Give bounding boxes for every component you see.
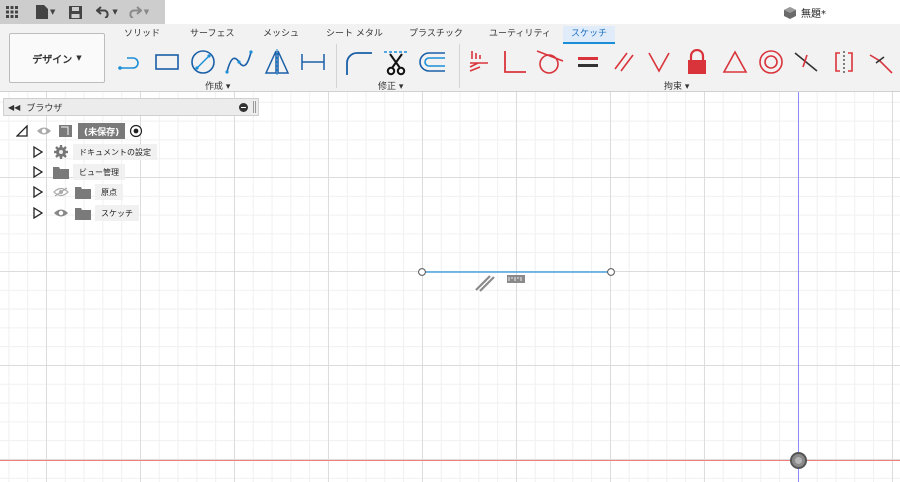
eye-hidden-icon[interactable]: [53, 187, 69, 197]
sketch-line-end-point[interactable]: [607, 268, 615, 276]
group-label-constraints[interactable]: 拘束 ▾: [664, 79, 689, 92]
minimize-panel-icon[interactable]: [239, 102, 248, 112]
origin-point-icon[interactable]: [790, 452, 807, 469]
expand-triangle-icon[interactable]: [16, 125, 28, 137]
rectangle-icon[interactable]: [152, 48, 182, 76]
sketch-line-group: [418, 268, 615, 292]
expand-triangle-icon[interactable]: [33, 166, 43, 178]
chevron-down-icon: ▼: [76, 54, 82, 62]
mirror-icon[interactable]: [262, 48, 292, 76]
fix-lock-icon[interactable]: [682, 48, 712, 76]
horizontal-glyph-icon[interactable]: [507, 275, 525, 283]
ribbon: デザイン ▼ ソリッド サーフェス メッシュ シート メタル プラスチック ユー…: [0, 24, 900, 92]
undo-button[interactable]: ▼: [96, 2, 118, 22]
redo-button[interactable]: ▼: [128, 2, 149, 22]
browser-item-origin[interactable]: 原点: [33, 183, 123, 201]
cube-icon: [784, 6, 796, 19]
tab-surface[interactable]: サーフェス: [182, 26, 242, 42]
tab-mesh[interactable]: メッシュ: [255, 26, 307, 42]
tangent-constraint-icon[interactable]: [535, 48, 565, 76]
browser-item-label: 原点: [95, 184, 123, 200]
apps-grid-icon[interactable]: [6, 2, 18, 22]
spline-icon[interactable]: [224, 48, 254, 76]
offset-icon[interactable]: [417, 48, 447, 76]
group-label-create[interactable]: 作成 ▾: [205, 79, 230, 92]
trim-scissors-icon[interactable]: [381, 48, 411, 76]
tab-sketch[interactable]: スケッチ: [563, 26, 616, 44]
equal-constraint-icon[interactable]: [573, 48, 603, 76]
panel-grip-icon[interactable]: [253, 101, 256, 113]
document-title: 無題*: [801, 9, 826, 20]
y-axis-line: [798, 92, 799, 482]
tab-utility[interactable]: ユーティリティ: [481, 26, 559, 42]
perpendicular-constraint-icon[interactable]: [500, 48, 530, 76]
browser-item-label: スケッチ: [95, 205, 139, 221]
tab-solid[interactable]: ソリッド: [116, 26, 168, 42]
browser-panel-header: ◀◀ ブラウザ: [3, 98, 259, 116]
folder-icon: [75, 186, 91, 199]
browser-item-label: ビュー管理: [73, 164, 125, 180]
circle-icon[interactable]: [188, 48, 218, 76]
group-label-modify[interactable]: 修正 ▾: [378, 79, 403, 92]
component-icon: [59, 125, 72, 137]
quick-access-toolbar: ▼ ▼ ▼: [0, 0, 165, 24]
sketch-dimension-icon[interactable]: [298, 48, 328, 76]
horizontal-vertical-constraint-icon[interactable]: [829, 48, 859, 76]
sketch-line-start-point[interactable]: [418, 268, 426, 276]
symmetric-constraint-icon[interactable]: [644, 48, 674, 76]
expand-triangle-icon[interactable]: [33, 207, 43, 219]
activate-radio-icon[interactable]: [129, 124, 143, 138]
collapse-double-arrow-icon[interactable]: ◀◀: [8, 103, 20, 112]
tab-plastic[interactable]: プラスチック: [401, 26, 471, 42]
chevron-down-icon: ▼: [112, 8, 118, 16]
x-axis-line: [0, 460, 900, 461]
triangle-constraint-icon[interactable]: [720, 48, 750, 76]
browser-item-label: ドキュメントの設定: [73, 144, 157, 160]
browser-item-document-settings[interactable]: ドキュメントの設定: [33, 143, 157, 161]
browser-item-sketches[interactable]: スケッチ: [33, 204, 139, 222]
tab-sheet-metal[interactable]: シート メタル: [318, 26, 391, 42]
browser-item-view-management[interactable]: ビュー管理: [33, 163, 125, 181]
save-button[interactable]: [69, 2, 83, 22]
ribbon-separator: [336, 44, 337, 88]
document-title-area: 無題*: [783, 5, 826, 20]
expand-triangle-icon[interactable]: [33, 146, 43, 158]
eye-icon[interactable]: [36, 126, 52, 136]
workspace-switcher[interactable]: デザイン ▼: [9, 33, 105, 83]
parallel-glyph-icon[interactable]: [475, 275, 495, 292]
parallel-constraint-icon[interactable]: [609, 48, 639, 76]
folder-icon: [75, 207, 91, 220]
folder-icon: [53, 166, 69, 179]
expand-triangle-icon[interactable]: [33, 186, 43, 198]
workspace-label: デザイン: [32, 54, 73, 66]
eye-icon[interactable]: [53, 208, 69, 218]
fillet-icon[interactable]: [343, 48, 373, 76]
browser-root-row[interactable]: (未保存): [16, 122, 143, 140]
browser-title: ブラウザ: [26, 103, 63, 114]
curvature-constraint-icon[interactable]: [866, 48, 896, 76]
chevron-down-icon: ▼: [50, 8, 56, 16]
coincident-constraint-icon[interactable]: [464, 48, 494, 76]
browser-root-label: (未保存): [78, 123, 126, 139]
file-menu-button[interactable]: ▼: [36, 2, 55, 22]
create-sketch-icon[interactable]: [116, 48, 146, 76]
midpoint-constraint-icon[interactable]: [791, 48, 821, 76]
chevron-down-icon: ▼: [143, 8, 150, 16]
gear-icon: [54, 145, 68, 159]
concentric-constraint-icon[interactable]: [756, 48, 786, 76]
ribbon-separator: [459, 44, 460, 88]
